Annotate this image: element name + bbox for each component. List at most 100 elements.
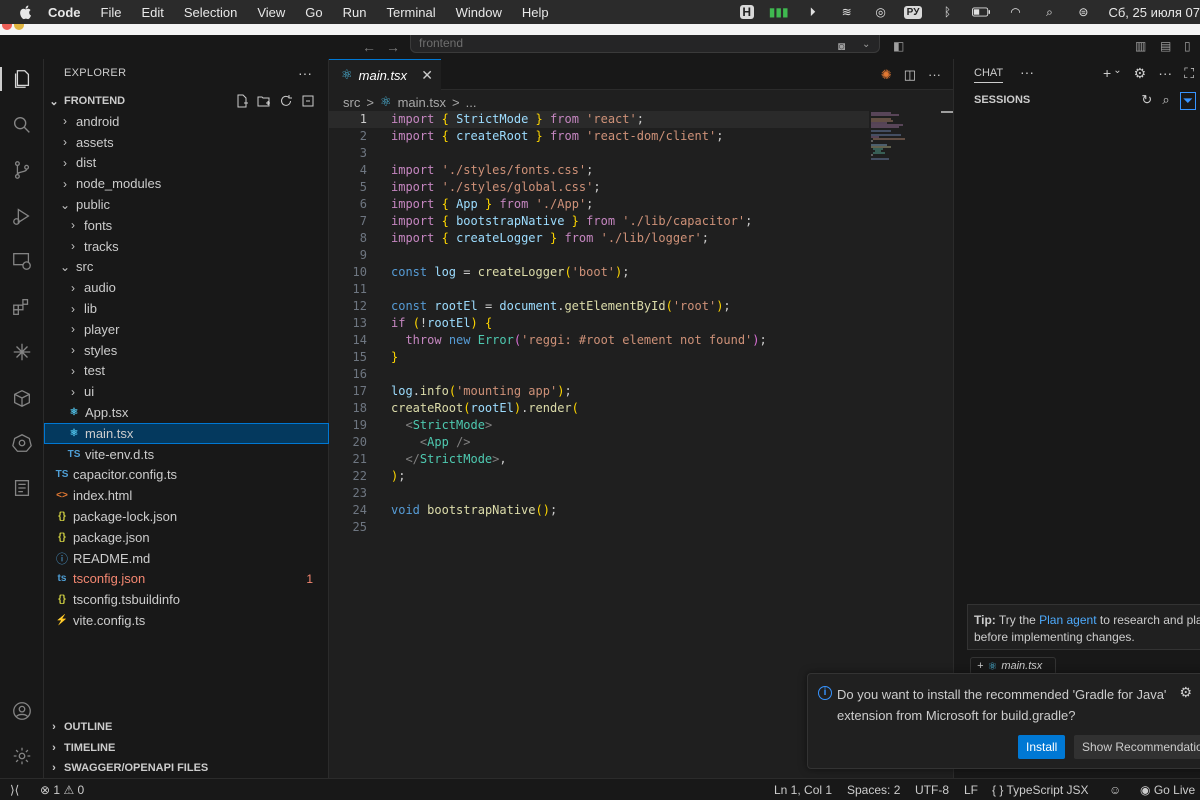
close-tab-icon[interactable]: ✕ [421,67,433,84]
toggle-secondary-sidebar-icon[interactable]: ▯ [1184,39,1198,53]
toggle-primary-sidebar-icon[interactable]: ▥ [1135,39,1149,53]
tree-file-package-json[interactable]: {} package.json [44,527,329,548]
airdrop-icon[interactable]: ◎ [872,5,890,19]
menu-terminal[interactable]: Terminal [387,5,436,20]
menu-window[interactable]: Window [456,5,502,20]
tree-folder-ui[interactable]: › ui [44,381,329,402]
screen-mirror-icon[interactable]: ≋ [838,5,856,19]
more-actions-icon[interactable]: ··· [1020,64,1034,80]
bluetooth-icon[interactable]: ᛒ [938,5,956,19]
new-file-icon[interactable] [235,94,249,108]
settings-gear-icon[interactable]: ⚙ [1134,65,1147,82]
refresh-icon[interactable]: ↻ [1141,92,1152,110]
tree-file-readme[interactable]: ⓘ README.md [44,548,329,569]
battery-icon[interactable] [972,5,991,19]
tree-file-capacitor-config[interactable]: TS capacitor.config.ts [44,465,329,486]
tree-file-package-lock[interactable]: {} package-lock.json [44,506,329,527]
refresh-icon[interactable] [279,94,293,108]
remote-indicator-icon[interactable]: ⟩⟨ [10,783,19,797]
tree-file-app-tsx[interactable]: ⚛ App.tsx [44,402,329,423]
back-arrow-icon[interactable]: ← [361,39,377,55]
copilot-spark-icon[interactable]: ✺ [881,67,892,83]
menu-app-name[interactable]: Code [48,5,81,20]
chat-title[interactable]: CHAT [974,67,1004,83]
extensions-icon[interactable] [10,295,34,319]
split-editor-icon[interactable]: ◫ [904,67,916,83]
source-control-icon[interactable] [10,158,34,182]
section-outline[interactable]: › OUTLINE [44,717,329,737]
h-app-icon[interactable]: H [739,5,754,19]
copilot-icon[interactable]: ◙ [838,39,852,53]
copilot-status-icon[interactable]: ☺ [1109,783,1121,797]
forward-arrow-icon[interactable]: → [385,39,401,55]
minimize-window-dot[interactable] [14,24,24,30]
explorer-icon[interactable] [0,67,34,91]
search-icon[interactable]: ⌕ [1162,92,1169,110]
tree-folder-fonts[interactable]: › fonts [44,215,329,236]
section-timeline[interactable]: › TIMELINE [44,738,329,758]
install-button[interactable]: Install [1018,735,1066,759]
spotlight-search-icon[interactable]: ⌕ [1040,5,1058,19]
package-box-icon[interactable] [10,386,34,410]
maximize-icon[interactable]: ⛶ [1184,65,1194,82]
menubar-clock[interactable]: Сб, 25 июля 07 [1108,5,1200,20]
run-debug-icon[interactable] [10,204,34,228]
code-editor[interactable]: 1 import { StrictMode } from 'react'; 2 im… [329,111,869,536]
sessions-header[interactable]: SESSIONS [974,94,1030,106]
collapse-all-icon[interactable] [301,94,315,108]
tree-file-vite-env[interactable]: TS vite-env.d.ts [44,444,329,465]
tree-file-tsconfig[interactable]: ts tsconfig.json 1 [44,569,329,590]
tree-file-tsbuildinfo[interactable]: {} tsconfig.tsbuildinfo [44,589,329,610]
cursor-position[interactable]: Ln 1, Col 1 [774,783,832,797]
menu-view[interactable]: View [257,5,285,20]
toggle-panel-icon[interactable]: ▤ [1160,39,1174,53]
indentation[interactable]: Spaces: 2 [847,783,900,797]
breadcrumb-src[interactable]: src [343,95,360,110]
section-frontend[interactable]: ⌄ FRONTEND [44,91,329,111]
close-window-dot[interactable] [2,24,12,30]
tree-folder-player[interactable]: › player [44,319,329,340]
add-context-icon[interactable]: + [977,660,983,672]
menu-edit[interactable]: Edit [141,5,163,20]
filter-icon[interactable]: ⏷ [1179,92,1196,110]
chevron-down-icon[interactable]: ⌄ [862,39,876,53]
document-outline-icon[interactable] [10,476,34,500]
tree-folder-android[interactable]: › android [44,111,329,132]
problems-indicator[interactable]: ⊗ 1 ⚠ 0 [40,783,84,797]
plan-agent-link[interactable]: Plan agent [1039,613,1096,627]
tree-folder-tracks[interactable]: › tracks [44,236,329,257]
tree-folder-public[interactable]: ⌄ public [44,194,329,215]
search-icon[interactable] [10,113,34,137]
end-of-line[interactable]: LF [964,783,978,797]
remote-explorer-icon[interactable] [10,249,34,273]
tree-folder-test[interactable]: › test [44,361,329,382]
wifi-icon[interactable]: ◠ [1006,5,1024,19]
tree-folder-assets[interactable]: › assets [44,132,329,153]
accounts-shield-icon[interactable]: ◧ [893,39,907,53]
show-recommendations-button[interactable]: Show Recommendatio [1074,735,1200,759]
new-folder-icon[interactable] [257,94,271,108]
go-live-button[interactable]: ◉ Go Live [1140,783,1195,797]
tab-main-tsx[interactable]: ⚛ main.tsx ✕ [329,59,441,90]
copilot-spark-icon[interactable] [10,340,34,364]
tree-folder-src[interactable]: ⌄ src [44,257,329,278]
tree-folder-dist[interactable]: › dist [44,153,329,174]
more-actions-icon[interactable]: ··· [1158,65,1172,82]
menu-selection[interactable]: Selection [184,5,237,20]
control-center-icon[interactable]: ⊜ [1074,5,1092,19]
new-chat-plus-icon[interactable]: + [1103,65,1111,82]
menu-file[interactable]: File [101,5,122,20]
more-actions-icon[interactable]: ··· [928,67,941,83]
settings-gear-icon[interactable] [10,744,34,768]
breadcrumb-file[interactable]: main.tsx [398,95,446,110]
tree-folder-audio[interactable]: › audio [44,277,329,298]
menu-run[interactable]: Run [343,5,367,20]
tree-folder-lib[interactable]: › lib [44,298,329,319]
accounts-icon[interactable] [10,699,34,723]
breadcrumb-symbol[interactable]: ... [466,95,477,110]
chevron-down-icon[interactable]: ⌄ [1113,65,1121,82]
section-swagger[interactable]: › SWAGGER/OPENAPI FILES [44,758,329,778]
menu-help[interactable]: Help [522,5,549,20]
command-center-search[interactable]: frontend [410,35,880,53]
input-language-badge[interactable]: РУ [903,5,923,19]
